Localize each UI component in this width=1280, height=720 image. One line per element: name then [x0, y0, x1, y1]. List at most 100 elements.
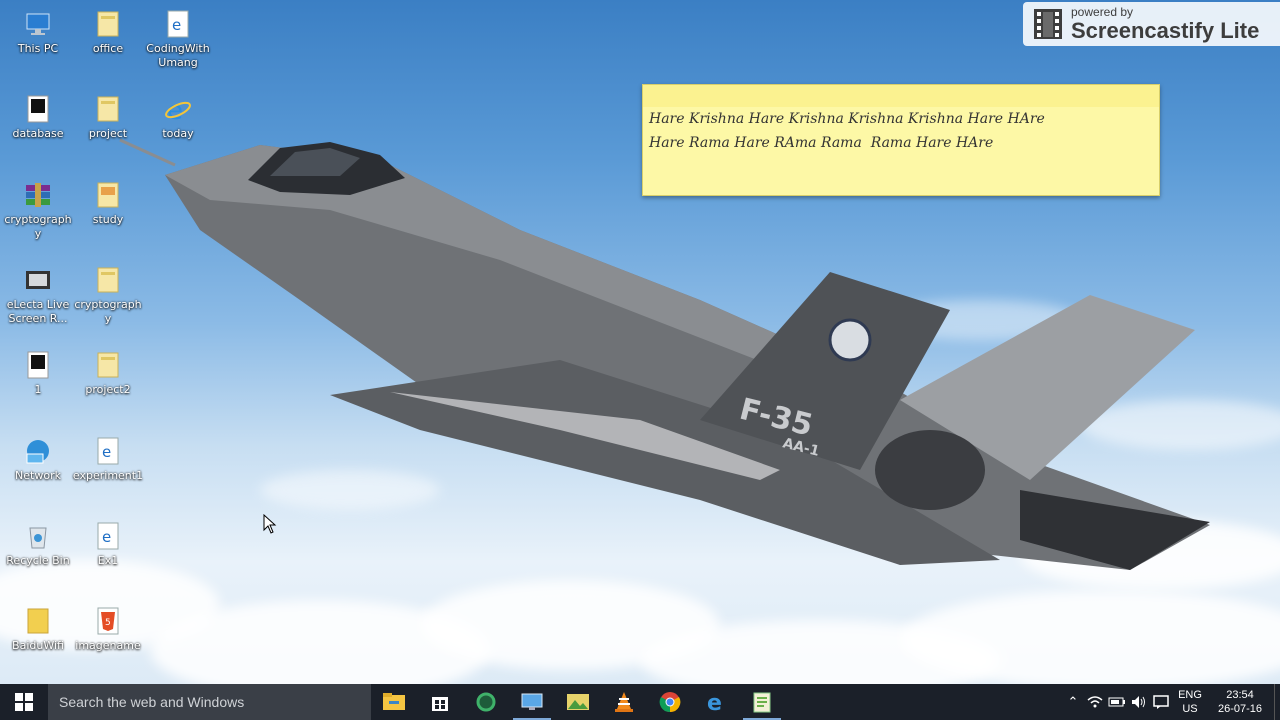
sticky-note-header[interactable] [643, 85, 1159, 107]
wifi-icon[interactable] [1084, 684, 1106, 720]
language-code: ENG [1178, 689, 1202, 701]
desktop-icon-network[interactable]: Network [2, 431, 74, 511]
windows-logo-icon [15, 693, 33, 711]
clock-time: 23:54 [1226, 689, 1254, 701]
desktop-icon-experiment1[interactable]: e experiment1 [72, 431, 144, 511]
sticky-note-line-1[interactable]: Hare Krishna Hare Krishna Krishna Krishn… [643, 107, 1159, 131]
clock-date: 26-07-16 [1217, 703, 1263, 715]
desktop-icon-label: study [92, 213, 124, 226]
taskbar-edge[interactable]: e [693, 684, 739, 720]
html5-icon: 5 [97, 607, 119, 635]
desktop-icon-label: cryptography [4, 213, 72, 240]
sticky-note-line-2[interactable]: Hare Rama Hare RAma Rama Rama Hare HAre [643, 131, 1159, 155]
taskbar-clock[interactable]: 23:54 26-07-16 [1208, 688, 1272, 716]
edge-html-file-icon: e [97, 437, 119, 465]
desktop-icon-recycle-bin[interactable]: Recycle Bin [2, 516, 74, 596]
file-explorer-icon [383, 693, 405, 710]
svg-text:e: e [707, 691, 722, 713]
svg-text:e: e [172, 16, 181, 34]
film-icon [26, 271, 50, 289]
desktop-icon-label: database [12, 127, 64, 140]
taskbar-chrome[interactable] [647, 684, 693, 720]
edge-icon: e [707, 691, 722, 713]
svg-text:e: e [102, 528, 111, 546]
desktop-icon-cryptography-archive[interactable]: cryptography [2, 175, 74, 255]
desktop-icon-ex1[interactable]: e Ex1 [72, 516, 144, 596]
battery-icon[interactable] [1106, 684, 1128, 720]
desktop-icon-codingwith-umang[interactable]: e CodingWith Umang [142, 4, 214, 84]
taskbar-store[interactable] [417, 684, 463, 720]
desktop-icon-label: Ex1 [97, 554, 119, 567]
edge-html-file-icon: e [167, 10, 189, 38]
desktop-icon-office[interactable]: office [72, 4, 144, 84]
recycle-bin-icon [29, 527, 47, 549]
desktop-icon-label: 1 [34, 383, 42, 396]
black-app-icon [27, 351, 49, 379]
desktop-icon-label: Network [15, 469, 61, 482]
desktop-icon-label: eLecta Live Screen R... [6, 298, 70, 325]
action-center-icon[interactable] [1150, 684, 1172, 720]
desktop-icon-label: project2 [85, 383, 131, 396]
internet-explorer-icon: e [165, 96, 191, 123]
photos-icon [567, 694, 589, 710]
store-icon [432, 697, 448, 711]
desktop-icon-electa-live[interactable]: eLecta Live Screen R... [2, 260, 74, 340]
volume-icon[interactable] [1128, 684, 1150, 720]
desktop-icon-label: CodingWith Umang [146, 42, 210, 69]
taskbar-vlc[interactable] [601, 684, 647, 720]
desktop-icon-project[interactable]: project [72, 89, 144, 169]
watermark-brand: Screencastify Lite [1071, 17, 1260, 43]
taskbar-remote-desktop[interactable] [509, 684, 555, 720]
notepad-plus-icon [753, 692, 771, 713]
winrar-icon [26, 183, 50, 207]
film-strip-icon [1034, 9, 1062, 39]
chevron-up-icon[interactable]: ⌃ [1062, 684, 1084, 720]
taskbar: Search the web and Windows e ⌃ ENG US 23… [0, 684, 1280, 720]
desktop-icon-label: cryptography [74, 298, 142, 325]
folder-icon [97, 11, 119, 37]
desktop-icon-label: today [162, 127, 194, 140]
sticky-note[interactable]: Hare Krishna Hare Krishna Krishna Krishn… [642, 84, 1160, 196]
screencastify-watermark: powered by Screencastify Lite [1023, 2, 1280, 46]
desktop-icon-cryptography-folder[interactable]: cryptography [72, 260, 144, 340]
desktop-icon-label: imagename [75, 639, 141, 652]
desktop-icon-this-pc[interactable]: This PC [2, 4, 74, 84]
desktop-icon-study[interactable]: study [72, 175, 144, 255]
folder-icon [97, 96, 119, 122]
svg-text:e: e [102, 443, 111, 461]
desktop-icon-imagename[interactable]: 5 imagename [72, 601, 144, 681]
svg-text:5: 5 [105, 618, 111, 628]
chrome-icon [659, 692, 681, 713]
folder-icon [27, 608, 49, 634]
desktop-icon-label: Recycle Bin [6, 554, 70, 567]
taskbar-notepad-plus[interactable] [739, 684, 785, 720]
folder-icon [97, 182, 119, 208]
system-tray: ⌃ ENG US 23:54 26-07-16 [1062, 684, 1280, 720]
desktop-icon-label: office [92, 42, 124, 55]
edge-html-file-icon: e [97, 522, 119, 550]
desktop-icon-label: This PC [17, 42, 59, 55]
language-region: US [1182, 703, 1198, 715]
desktop-icon-today[interactable]: e today [142, 89, 214, 169]
taskbar-search-box[interactable]: Search the web and Windows [48, 684, 371, 720]
language-indicator[interactable]: ENG US [1172, 688, 1208, 716]
black-app-icon [27, 95, 49, 123]
remote-desktop-icon [521, 693, 543, 710]
desktop-icon-label: BaiduWifi [12, 639, 64, 652]
mouse-pointer-icon [263, 514, 277, 534]
desktop-icon-database[interactable]: database [2, 89, 74, 169]
folder-icon [97, 352, 119, 378]
desktop-icon-baiduwifi[interactable]: BaiduWifi [2, 601, 74, 681]
watermark-powered-by: powered by [1071, 4, 1134, 19]
computer-icon [26, 13, 50, 35]
network-icon [26, 440, 49, 464]
desktop-icon-project2[interactable]: project2 [72, 345, 144, 425]
taskbar-photos[interactable] [555, 684, 601, 720]
start-button[interactable] [0, 684, 48, 720]
desktop-icon-1[interactable]: 1 [2, 345, 74, 425]
taskbar-file-explorer[interactable] [371, 684, 417, 720]
desktop-icon-label: experiment1 [72, 469, 144, 482]
folder-icon [97, 267, 119, 293]
taskbar-cortana[interactable] [463, 684, 509, 720]
show-desktop-button[interactable] [1274, 684, 1280, 720]
